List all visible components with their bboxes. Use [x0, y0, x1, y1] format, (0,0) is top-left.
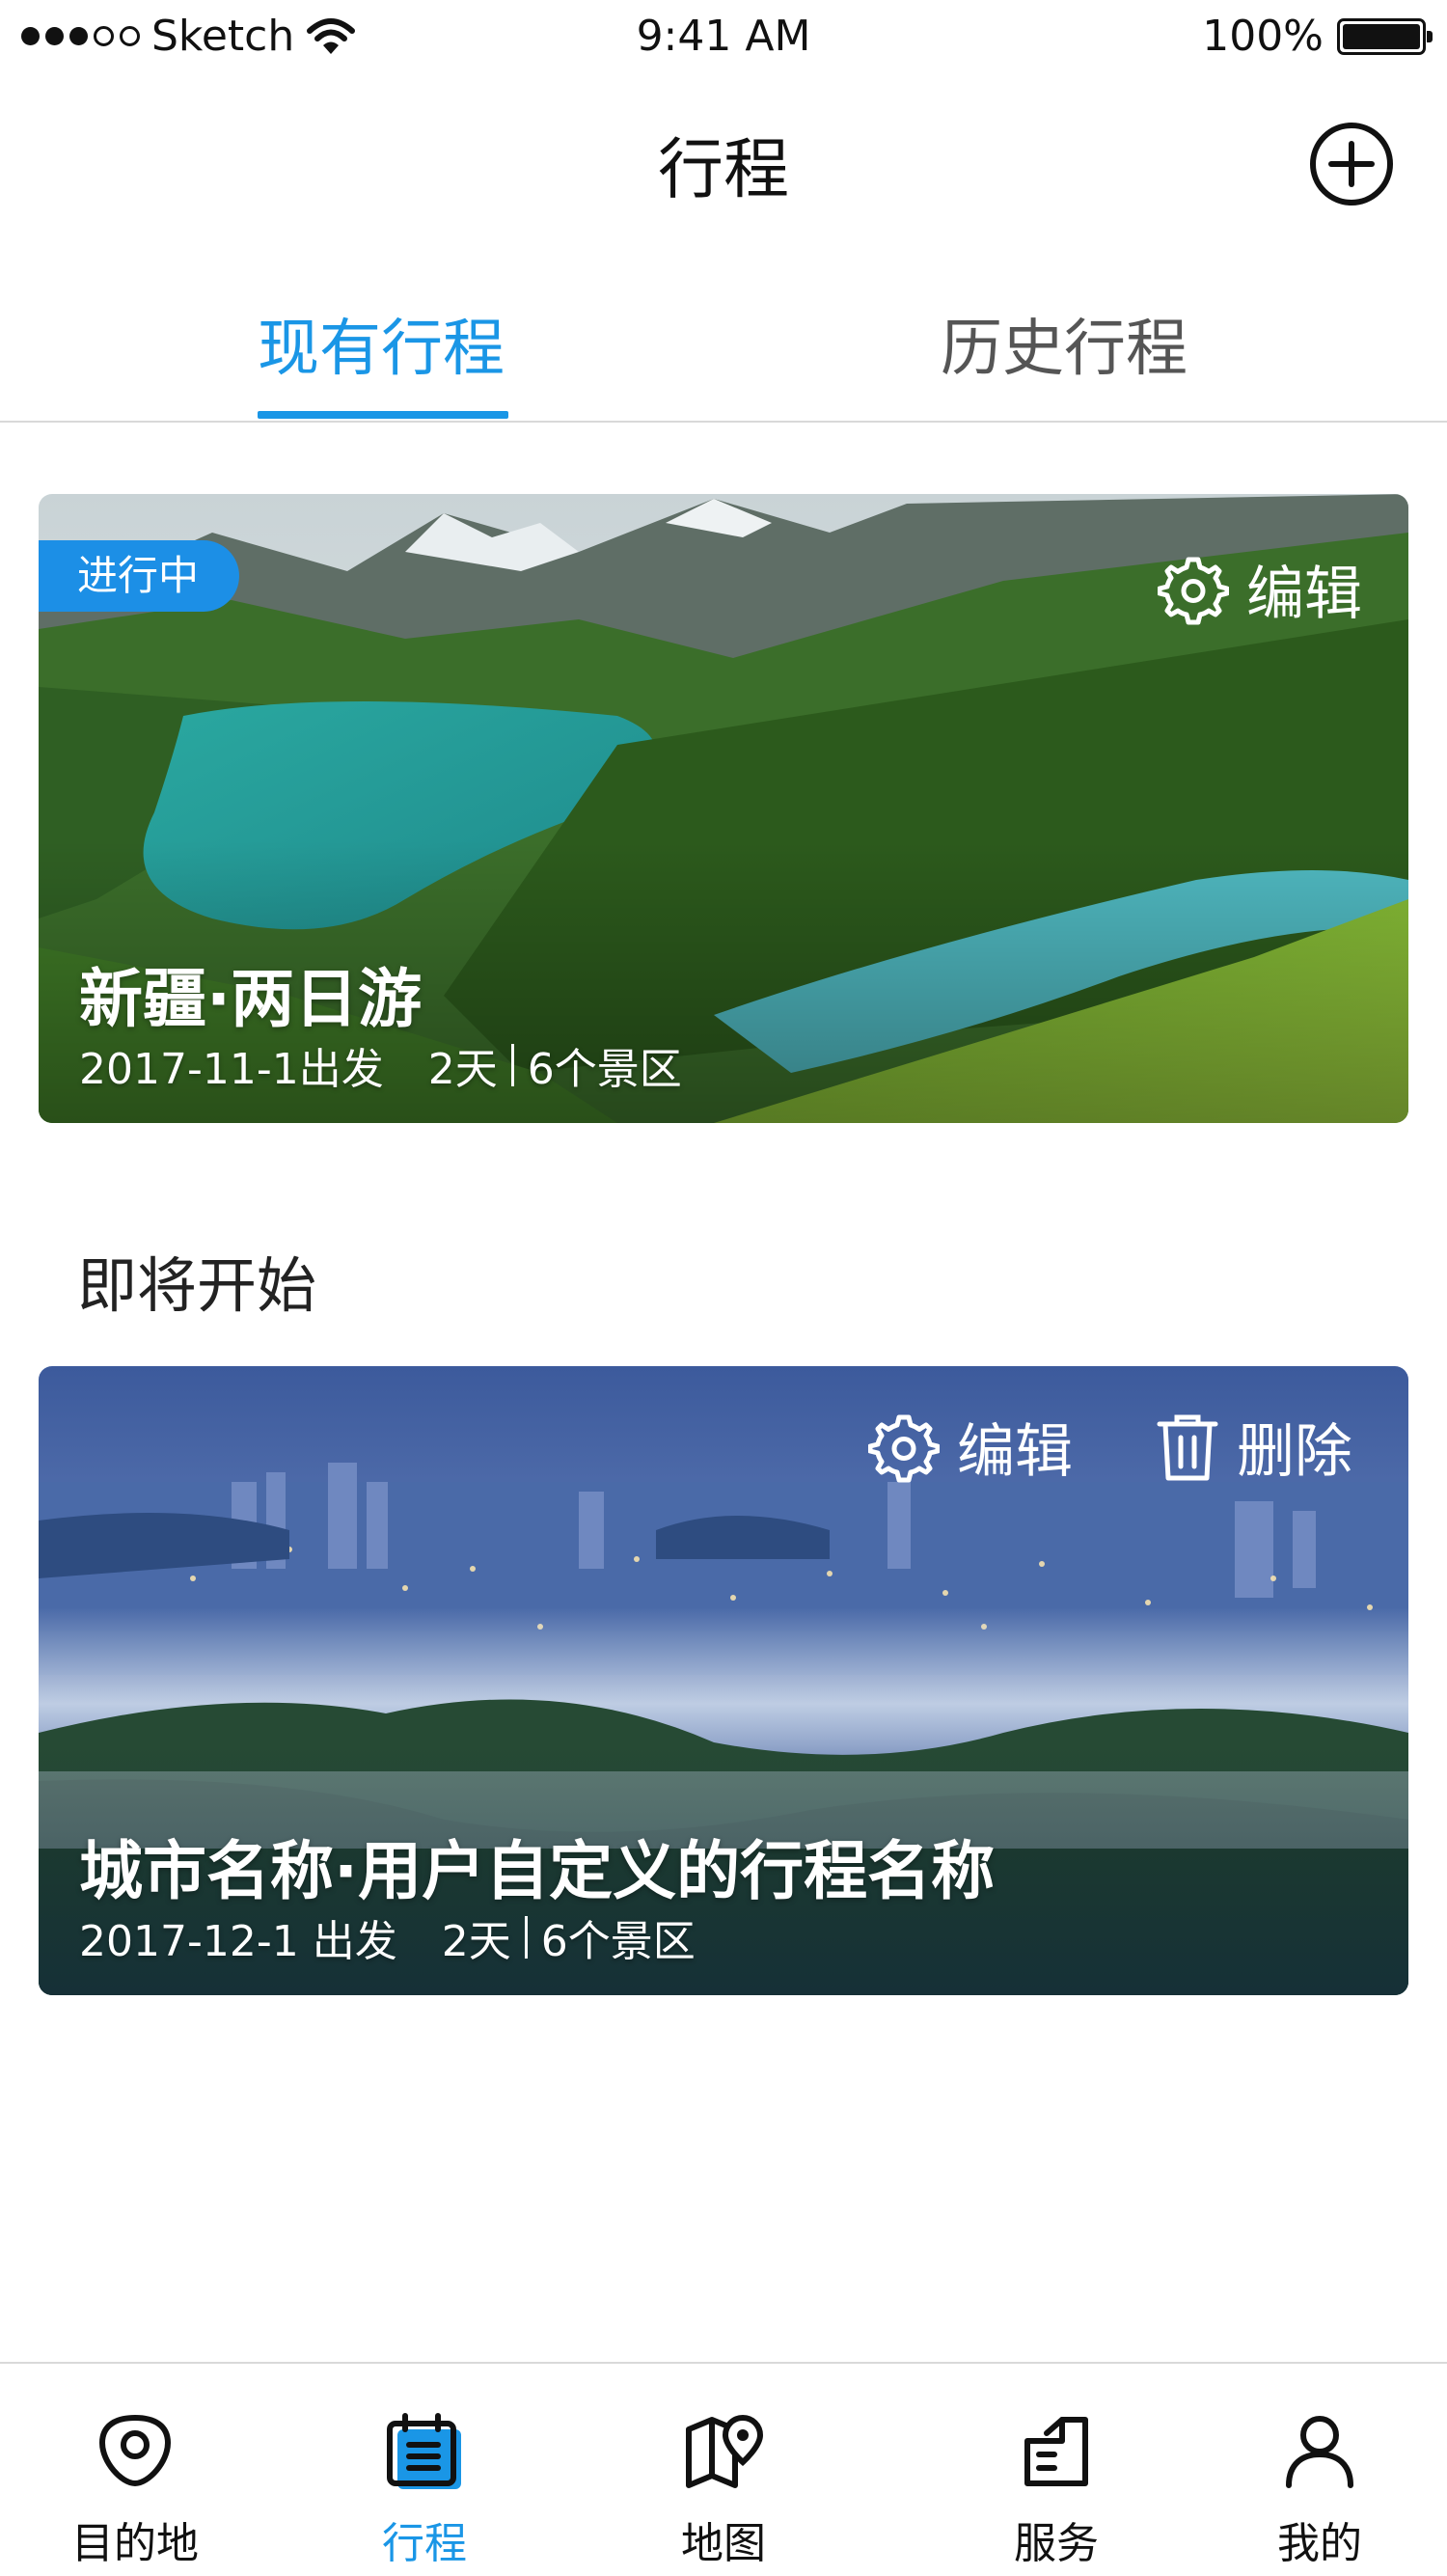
trip-title: 新疆·两日游	[79, 962, 423, 1036]
service-icon	[1024, 2417, 1088, 2486]
battery-percent: 100%	[1202, 12, 1324, 61]
add-trip-button[interactable]	[1308, 121, 1395, 207]
gear-icon	[1158, 557, 1229, 624]
edit-button[interactable]: 编辑	[1158, 547, 1362, 631]
page-title: 行程	[657, 132, 789, 208]
edit-label: 编辑	[957, 1418, 1073, 1486]
trip-title: 城市名称·用户自定义的行程名称	[79, 1834, 996, 1908]
in-progress-badge: 进行中	[39, 540, 240, 612]
bottom-tab-bar: 目的地 行程 地图 服务 我的	[0, 2362, 1447, 2576]
trip-meta: 2017-12-1 出发 2天 6个景区	[79, 1906, 696, 1968]
tabbar-label: 地图	[681, 2519, 766, 2568]
active-tab-indicator	[258, 411, 508, 419]
tabbar-item-itinerary[interactable]: 行程	[328, 2364, 521, 2576]
meta-separator	[510, 1044, 514, 1086]
trip-spots: 6个景区	[540, 1917, 696, 1966]
itinerary-icon	[387, 2413, 461, 2489]
trip-date: 2017-11-1出发	[79, 1045, 384, 1094]
battery-group: 100%	[1202, 12, 1433, 61]
tabbar-label: 目的地	[71, 2519, 199, 2568]
edit-label: 编辑	[1246, 561, 1362, 628]
tab-history-trips[interactable]: 历史行程	[941, 299, 1188, 388]
delete-label: 删除	[1237, 1418, 1352, 1486]
profile-icon	[1286, 2416, 1353, 2488]
tab-current-trips[interactable]: 现有行程	[258, 299, 505, 388]
edit-button[interactable]: 编辑	[868, 1405, 1073, 1489]
destination-icon	[98, 2414, 172, 2487]
tabbar-label: 我的	[1277, 2519, 1362, 2568]
trip-days: 2天	[441, 1917, 511, 1966]
upcoming-trip-card[interactable]: 编辑 删除 城市名称·用户自定义的行程名称 2017-12-1 出发 2天 6个…	[39, 1366, 1408, 1995]
trash-icon	[1157, 1414, 1218, 1480]
gear-icon	[868, 1414, 940, 1482]
tabbar-item-destination[interactable]: 目的地	[39, 2364, 232, 2576]
trip-spots: 6个景区	[527, 1045, 682, 1094]
trip-meta: 2017-11-1出发 2天 6个景区	[79, 1034, 682, 1096]
tabbar-label: 行程	[382, 2519, 467, 2568]
trip-days: 2天	[427, 1045, 498, 1094]
map-icon	[686, 2414, 764, 2488]
upcoming-section-title: 即将开始	[77, 1250, 317, 1321]
meta-separator	[524, 1916, 528, 1959]
tabbar-label: 服务	[1014, 2519, 1099, 2568]
tab-divider	[0, 421, 1447, 423]
tabbar-item-map[interactable]: 地图	[627, 2364, 820, 2576]
delete-button[interactable]: 删除	[1156, 1405, 1352, 1489]
tabbar-item-profile[interactable]: 我的	[1223, 2364, 1416, 2576]
tabbar-item-service[interactable]: 服务	[960, 2364, 1153, 2576]
battery-icon	[1337, 17, 1433, 55]
status-bar: Sketch 9:41 AM 100%	[0, 0, 1447, 77]
current-trip-card[interactable]: 进行中 编辑 新疆·两日游 2017-11-1出发 2天 6个景区	[39, 494, 1408, 1123]
trip-date: 2017-12-1 出发	[79, 1917, 397, 1966]
